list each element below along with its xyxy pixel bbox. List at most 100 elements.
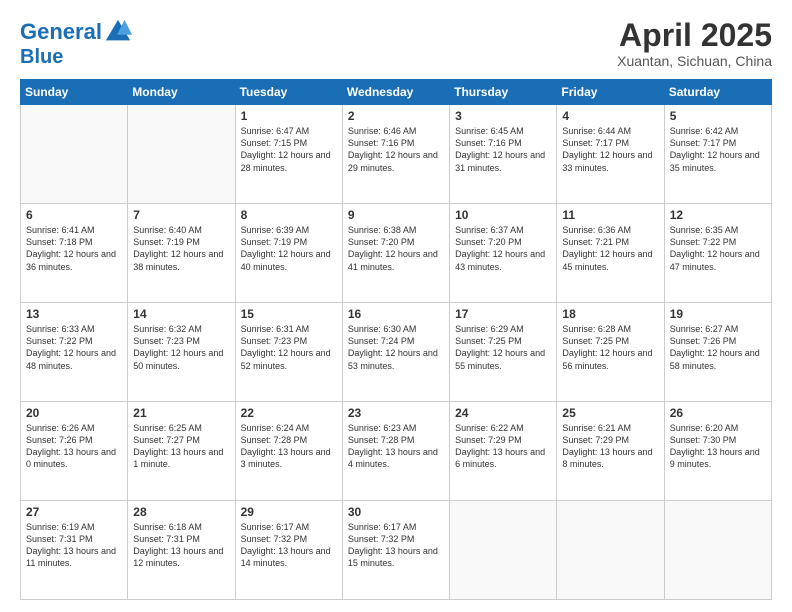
day-number: 15 [241,307,337,321]
day-number: 14 [133,307,229,321]
day-info: Sunrise: 6:40 AM Sunset: 7:19 PM Dayligh… [133,224,229,273]
day-number: 8 [241,208,337,222]
calendar-cell: 28Sunrise: 6:18 AM Sunset: 7:31 PM Dayli… [128,501,235,600]
day-info: Sunrise: 6:24 AM Sunset: 7:28 PM Dayligh… [241,422,337,471]
day-info: Sunrise: 6:47 AM Sunset: 7:15 PM Dayligh… [241,125,337,174]
calendar-cell: 27 Sunrise: 6:19 AM Sunset: 7:31 PM Dayli… [21,501,128,600]
calendar-cell: 3 Sunrise: 6:45 AM Sunset: 7:16 PM Daylig… [450,105,557,204]
calendar-cell: 30 Sunrise: 6:17 AM Sunset: 7:32 PM Dayli… [342,501,449,600]
calendar-cell: 14 Sunrise: 6:32 AM Sunset: 7:23 PM Dayli… [128,303,235,402]
calendar-cell [128,105,235,204]
day-info: Sunrise: 6:29 AM Sunset: 7:25 PM Dayligh… [455,323,551,372]
calendar-cell: 8 Sunrise: 6:39 AM Sunset: 7:19 PM Daylig… [235,204,342,303]
calendar-cell [21,105,128,204]
calendar-cell: 10 Sunrise: 6:37 AM Sunset: 7:20 PM Dayli… [450,204,557,303]
day-info: Sunrise: 6:45 AM Sunset: 7:16 PM Dayligh… [455,125,551,174]
day-number: 1 [241,109,337,123]
day-info: Sunrise: 6:20 AM Sunset: 7:30 PM Dayligh… [670,422,766,471]
day-info: Sunrise: 6:22 AM Sunset: 7:29 PM Dayligh… [455,422,551,471]
calendar-week-row: 1 Sunrise: 6:47 AM Sunset: 7:15 PM Daylig… [21,105,772,204]
day-info: Sunrise: 6:44 AM Sunset: 7:17 PM Dayligh… [562,125,658,174]
day-of-week-header: Sunday [21,80,128,105]
day-number: 18 [562,307,658,321]
month-title: April 2025 [617,18,772,53]
calendar-cell: 22Sunrise: 6:24 AM Sunset: 7:28 PM Dayli… [235,402,342,501]
calendar-cell: 16Sunrise: 6:30 AM Sunset: 7:24 PM Dayli… [342,303,449,402]
calendar-cell [450,501,557,600]
calendar-cell: 2 Sunrise: 6:46 AM Sunset: 7:16 PM Daylig… [342,105,449,204]
day-info: Sunrise: 6:42 AM Sunset: 7:17 PM Dayligh… [670,125,766,174]
logo: General Blue [20,18,132,68]
calendar-cell: 26 Sunrise: 6:20 AM Sunset: 7:30 PM Dayli… [664,402,771,501]
day-number: 12 [670,208,766,222]
day-info: Sunrise: 6:38 AM Sunset: 7:20 PM Dayligh… [348,224,444,273]
day-info: Sunrise: 6:37 AM Sunset: 7:20 PM Dayligh… [455,224,551,273]
header: General Blue April 2025 Xuantan, Sichuan… [20,18,772,69]
day-info: Sunrise: 6:35 AM Sunset: 7:22 PM Dayligh… [670,224,766,273]
day-of-week-header: Saturday [664,80,771,105]
day-info: Sunrise: 6:17 AM Sunset: 7:32 PM Dayligh… [241,521,337,570]
day-number: 9 [348,208,444,222]
calendar-cell: 6 Sunrise: 6:41 AM Sunset: 7:18 PM Daylig… [21,204,128,303]
day-info: Sunrise: 6:27 AM Sunset: 7:26 PM Dayligh… [670,323,766,372]
day-number: 21 [133,406,229,420]
calendar-cell [557,501,664,600]
page: General Blue April 2025 Xuantan, Sichuan… [0,0,792,612]
day-info: Sunrise: 6:32 AM Sunset: 7:23 PM Dayligh… [133,323,229,372]
day-info: Sunrise: 6:31 AM Sunset: 7:23 PM Dayligh… [241,323,337,372]
day-info: Sunrise: 6:39 AM Sunset: 7:19 PM Dayligh… [241,224,337,273]
day-number: 13 [26,307,122,321]
day-info: Sunrise: 6:19 AM Sunset: 7:31 PM Dayligh… [26,521,122,570]
day-number: 3 [455,109,551,123]
day-number: 26 [670,406,766,420]
day-info: Sunrise: 6:26 AM Sunset: 7:26 PM Dayligh… [26,422,122,471]
calendar-cell: 7 Sunrise: 6:40 AM Sunset: 7:19 PM Daylig… [128,204,235,303]
calendar-week-row: 27 Sunrise: 6:19 AM Sunset: 7:31 PM Dayli… [21,501,772,600]
day-of-week-header: Friday [557,80,664,105]
day-info: Sunrise: 6:25 AM Sunset: 7:27 PM Dayligh… [133,422,229,471]
logo-text-blue: Blue [20,46,132,68]
calendar-cell: 11 Sunrise: 6:36 AM Sunset: 7:21 PM Dayli… [557,204,664,303]
subtitle: Xuantan, Sichuan, China [617,53,772,69]
day-number: 16 [348,307,444,321]
calendar-cell: 29Sunrise: 6:17 AM Sunset: 7:32 PM Dayli… [235,501,342,600]
day-info: Sunrise: 6:23 AM Sunset: 7:28 PM Dayligh… [348,422,444,471]
day-number: 30 [348,505,444,519]
day-number: 4 [562,109,658,123]
day-number: 17 [455,307,551,321]
calendar-cell: 23 Sunrise: 6:23 AM Sunset: 7:28 PM Dayli… [342,402,449,501]
day-number: 7 [133,208,229,222]
calendar-cell: 25 Sunrise: 6:21 AM Sunset: 7:29 PM Dayli… [557,402,664,501]
day-info: Sunrise: 6:46 AM Sunset: 7:16 PM Dayligh… [348,125,444,174]
day-number: 6 [26,208,122,222]
calendar-cell: 17 Sunrise: 6:29 AM Sunset: 7:25 PM Dayli… [450,303,557,402]
day-number: 19 [670,307,766,321]
day-info: Sunrise: 6:41 AM Sunset: 7:18 PM Dayligh… [26,224,122,273]
day-number: 23 [348,406,444,420]
calendar-cell: 5Sunrise: 6:42 AM Sunset: 7:17 PM Daylig… [664,105,771,204]
day-number: 11 [562,208,658,222]
calendar-week-row: 20 Sunrise: 6:26 AM Sunset: 7:26 PM Dayli… [21,402,772,501]
calendar-week-row: 6 Sunrise: 6:41 AM Sunset: 7:18 PM Daylig… [21,204,772,303]
calendar: SundayMondayTuesdayWednesdayThursdayFrid… [20,79,772,600]
day-of-week-header: Wednesday [342,80,449,105]
day-number: 2 [348,109,444,123]
calendar-cell: 1 Sunrise: 6:47 AM Sunset: 7:15 PM Daylig… [235,105,342,204]
calendar-week-row: 13Sunrise: 6:33 AM Sunset: 7:22 PM Dayli… [21,303,772,402]
day-number: 10 [455,208,551,222]
day-info: Sunrise: 6:17 AM Sunset: 7:32 PM Dayligh… [348,521,444,570]
calendar-cell: 15 Sunrise: 6:31 AM Sunset: 7:23 PM Dayli… [235,303,342,402]
calendar-cell [664,501,771,600]
day-info: Sunrise: 6:36 AM Sunset: 7:21 PM Dayligh… [562,224,658,273]
day-number: 24 [455,406,551,420]
title-block: April 2025 Xuantan, Sichuan, China [617,18,772,69]
calendar-cell: 9 Sunrise: 6:38 AM Sunset: 7:20 PM Daylig… [342,204,449,303]
calendar-cell: 13Sunrise: 6:33 AM Sunset: 7:22 PM Dayli… [21,303,128,402]
calendar-cell: 19 Sunrise: 6:27 AM Sunset: 7:26 PM Dayli… [664,303,771,402]
day-number: 25 [562,406,658,420]
day-number: 27 [26,505,122,519]
day-of-week-header: Monday [128,80,235,105]
calendar-cell: 20 Sunrise: 6:26 AM Sunset: 7:26 PM Dayli… [21,402,128,501]
day-number: 20 [26,406,122,420]
day-info: Sunrise: 6:21 AM Sunset: 7:29 PM Dayligh… [562,422,658,471]
